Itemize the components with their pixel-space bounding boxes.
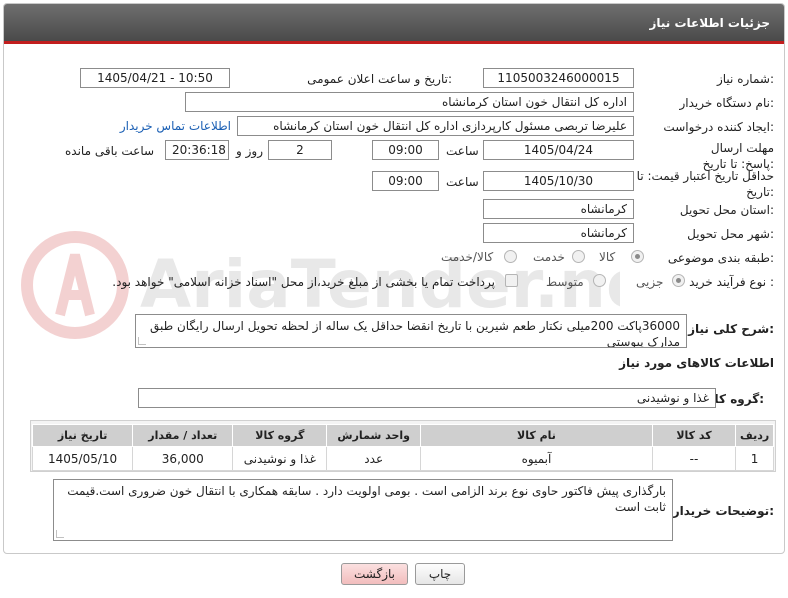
description-text: 36000پاکت 200میلی نکتار طعم شیرین با تار… bbox=[149, 319, 680, 348]
price-time-label: ساعت bbox=[446, 175, 479, 189]
process-type-label: نوع فرآیند خرید : bbox=[689, 275, 774, 289]
requester-field[interactable]: علیرضا تربصی مسئول کارپردازی اداره کل ان… bbox=[237, 116, 634, 136]
cell-quantity: 36,000 bbox=[132, 446, 234, 471]
category-radio-service[interactable] bbox=[572, 250, 585, 263]
reply-time-field[interactable]: 09:00 bbox=[372, 140, 439, 160]
process-medium-label: متوسط bbox=[546, 275, 584, 289]
buyer-contact-link[interactable]: اطلاعات تماس خریدار bbox=[120, 119, 231, 133]
col-item-group: گروه کالا bbox=[232, 424, 328, 447]
cell-need-date: 1405/05/10 bbox=[31, 446, 134, 471]
resize-grip-icon[interactable] bbox=[56, 530, 64, 538]
need-number-label: شماره نیاز: bbox=[716, 72, 774, 86]
price-date-field[interactable]: 1405/10/30 bbox=[483, 171, 634, 191]
time-remaining-field[interactable]: 20:36:18 bbox=[165, 140, 229, 160]
province-label: استان محل تحویل: bbox=[679, 203, 774, 217]
reply-time-label: ساعت bbox=[446, 144, 479, 158]
buyer-org-label: نام دستگاه خریدار: bbox=[679, 96, 775, 110]
items-table: ردیف کد کالا نام کالا واحد شمارش گروه کا… bbox=[31, 424, 774, 471]
buyer-notes-textarea[interactable]: بارگذاری پیش فاکتور حاوی نوع برند الزامی… bbox=[53, 479, 673, 541]
col-item-name: نام کالا bbox=[420, 424, 653, 447]
announce-date-field[interactable]: 1405/04/21 - 10:50 bbox=[80, 68, 230, 88]
items-table-header: ردیف کد کالا نام کالا واحد شمارش گروه کا… bbox=[31, 424, 774, 447]
col-item-code: کد کالا bbox=[651, 424, 737, 447]
description-label: شرح کلی نیاز: bbox=[688, 322, 774, 336]
category-service-label: خدمت bbox=[533, 250, 565, 264]
category-goods-label: کالا bbox=[599, 250, 616, 264]
treasury-payment-note: پرداخت تمام یا بخشی از مبلغ خرید،از محل … bbox=[112, 275, 495, 289]
cell-item-code: -- bbox=[651, 446, 737, 471]
panel-title: جزئیات اطلاعات نیاز bbox=[649, 16, 770, 30]
cell-row-number: 1 bbox=[735, 446, 774, 471]
province-field[interactable]: کرمانشاه bbox=[483, 199, 634, 219]
category-label: طبقه بندی موضوعی: bbox=[667, 251, 774, 265]
cell-item-group: غذا و نوشیدنی bbox=[232, 446, 328, 471]
need-number-field[interactable]: 1105003246000015 bbox=[483, 68, 634, 88]
col-row-number: ردیف bbox=[735, 424, 774, 447]
description-textarea[interactable]: 36000پاکت 200میلی نکتار طعم شیرین با تار… bbox=[135, 314, 687, 348]
time-remaining-label: ساعت باقی مانده bbox=[65, 144, 155, 158]
cell-unit: عدد bbox=[326, 446, 422, 471]
back-button[interactable]: بازگشت bbox=[341, 563, 408, 585]
col-need-date: تاریخ نیاز bbox=[31, 424, 134, 447]
buyer-notes-label: توضیحات خریدار: bbox=[672, 504, 774, 518]
days-label: روز و bbox=[236, 144, 263, 158]
announce-date-label: تاریخ و ساعت اعلان عمومی: bbox=[307, 72, 452, 86]
resize-grip-icon[interactable] bbox=[138, 337, 146, 345]
buyer-notes-text: بارگذاری پیش فاکتور حاوی نوع برند الزامی… bbox=[67, 484, 666, 514]
panel-header: جزئیات اطلاعات نیاز bbox=[4, 4, 784, 44]
requester-label: ایجاد کننده درخواست: bbox=[663, 120, 774, 134]
table-row[interactable]: 1 -- آبمیوه عدد غذا و نوشیدنی 36,000 140… bbox=[31, 446, 774, 471]
goods-info-title: اطلاعات کالاهای مورد نیاز bbox=[619, 356, 774, 370]
category-goods-service-label: کالا/خدمت bbox=[441, 250, 494, 264]
reply-date-field[interactable]: 1405/04/24 bbox=[483, 140, 634, 160]
city-label: شهر محل تحویل: bbox=[687, 227, 774, 241]
process-radio-minor[interactable] bbox=[672, 274, 685, 287]
price-validity-label: حداقل تاریخ اعتبار قیمت: تا تاریخ: bbox=[636, 169, 774, 199]
city-field[interactable]: کرمانشاه bbox=[483, 223, 634, 243]
process-minor-label: جزیی bbox=[636, 275, 664, 289]
col-quantity: تعداد / مقدار bbox=[132, 424, 234, 447]
buyer-org-field[interactable]: اداره کل انتقال خون استان کرمانشاه bbox=[185, 92, 634, 112]
col-unit: واحد شمارش bbox=[326, 424, 422, 447]
days-remaining-field[interactable]: 2 bbox=[268, 140, 332, 160]
treasury-payment-checkbox[interactable] bbox=[505, 274, 518, 287]
category-radio-goods-service[interactable] bbox=[504, 250, 517, 263]
goods-group-field[interactable]: غذا و نوشیدنی bbox=[138, 388, 716, 408]
price-time-field[interactable]: 09:00 bbox=[372, 171, 439, 191]
cell-item-name: آبمیوه bbox=[420, 446, 653, 471]
category-radio-goods[interactable] bbox=[631, 250, 644, 263]
process-radio-medium[interactable] bbox=[593, 274, 606, 287]
print-button[interactable]: چاپ bbox=[415, 563, 465, 585]
